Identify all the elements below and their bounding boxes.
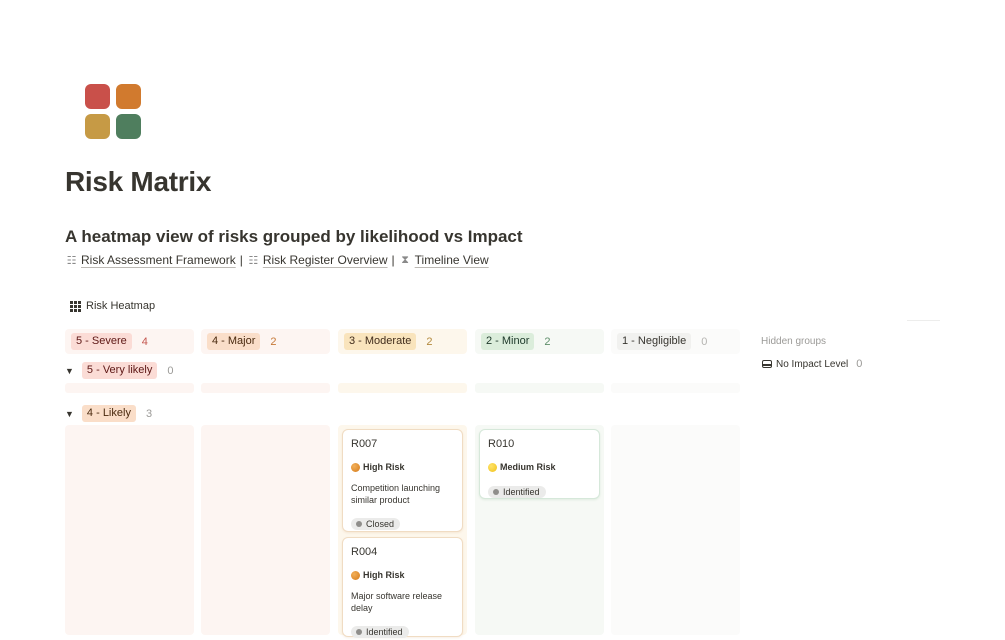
group-count: 3 <box>145 407 153 420</box>
hidden-group-count: 0 <box>856 358 863 370</box>
column-header-minor[interactable]: 2 - Minor 2 <box>475 329 604 354</box>
column-count: 2 <box>544 335 551 348</box>
card-description: Competition launching similar product <box>351 483 441 505</box>
status-badge: Identified <box>488 486 546 498</box>
board-cell-likely-negligible <box>611 425 740 635</box>
link-separator: | <box>391 253 395 267</box>
status-dot-icon <box>356 521 362 527</box>
risk-card-r010[interactable]: R010 Medium Risk Identified <box>479 429 600 499</box>
empty-group-cell <box>201 383 330 393</box>
card-description: Major software release delay <box>351 591 443 613</box>
column-count: 0 <box>701 335 708 348</box>
board-cell-likely-major <box>201 425 330 635</box>
inbox-icon <box>762 360 772 368</box>
empty-group-cell <box>338 383 467 393</box>
empty-group-cell <box>65 383 194 393</box>
group-header-likely[interactable]: ▼ 4 - Likely 3 <box>65 405 152 422</box>
hidden-groups-title: Hidden groups <box>761 336 827 347</box>
column-tag: 4 - Major <box>207 333 261 350</box>
column-count: 2 <box>426 335 433 348</box>
status-badge: Closed <box>351 518 401 530</box>
page-subtitle: A heatmap view of risks grouped by likel… <box>65 227 523 246</box>
column-header-major[interactable]: 4 - Major 2 <box>201 329 330 354</box>
link-timeline-view[interactable]: ⧗ Timeline View <box>399 253 488 267</box>
column-tag: 1 - Negligible <box>617 333 692 350</box>
yellow-circle-icon <box>488 462 497 472</box>
icon-square-yellow <box>85 114 110 139</box>
view-tab-label: Risk Heatmap <box>86 300 156 312</box>
link-separator: | <box>239 253 243 267</box>
empty-group-cell <box>475 383 604 393</box>
hidden-group-no-impact-level[interactable]: No Impact Level 0 <box>762 358 862 370</box>
risk-card-r004[interactable]: R004 High Risk Major software release de… <box>342 537 463 638</box>
link-risk-register-overview[interactable]: ☷ Risk Register Overview <box>247 253 387 267</box>
books-emoji-icon: ☷ <box>66 254 77 267</box>
page-title: Risk Matrix <box>65 166 212 197</box>
icon-square-orange <box>116 84 141 109</box>
risk-level: High Risk <box>351 462 454 472</box>
hourglass-emoji-icon: ⧗ <box>401 253 410 266</box>
empty-group-cell <box>611 383 740 393</box>
books-emoji-icon: ☷ <box>248 254 259 267</box>
risk-level: High Risk <box>351 570 454 580</box>
column-count: 4 <box>141 335 148 348</box>
link-row: ☷ Risk Assessment Framework | ☷ Risk Reg… <box>65 253 489 267</box>
toolbar-divider <box>907 320 940 321</box>
column-count: 2 <box>270 335 277 348</box>
column-tag: 2 - Minor <box>481 333 535 350</box>
status-dot-icon <box>493 489 499 495</box>
card-id: R007 <box>351 438 378 450</box>
column-header-moderate[interactable]: 3 - Moderate 2 <box>338 329 467 354</box>
group-count: 0 <box>167 364 174 377</box>
board-cell-likely-severe <box>65 425 194 635</box>
group-tag: 4 - Likely <box>81 405 136 422</box>
caret-down-icon[interactable]: ▼ <box>65 409 74 419</box>
view-tab-risk-heatmap[interactable]: Risk Heatmap <box>70 300 155 312</box>
risk-card-r007[interactable]: R007 High Risk Competition launching sim… <box>342 429 463 532</box>
grid-icon <box>70 300 81 312</box>
orange-circle-icon <box>351 570 360 580</box>
column-tag: 5 - Severe <box>71 333 132 350</box>
icon-square-green <box>116 114 141 139</box>
card-id: R010 <box>488 438 515 450</box>
link-risk-assessment-framework[interactable]: ☷ Risk Assessment Framework <box>65 253 236 267</box>
icon-square-red <box>85 84 110 109</box>
column-header-severe[interactable]: 5 - Severe 4 <box>65 329 194 354</box>
status-dot-icon <box>356 629 362 635</box>
caret-down-icon[interactable]: ▼ <box>65 366 74 376</box>
column-tag: 3 - Moderate <box>344 333 417 350</box>
column-header-negligible[interactable]: 1 - Negligible 0 <box>611 329 740 354</box>
group-tag: 5 - Very likely <box>81 362 158 379</box>
risk-level: Medium Risk <box>488 462 591 472</box>
page-icon[interactable] <box>84 82 144 142</box>
card-id: R004 <box>351 546 378 558</box>
group-header-very-likely[interactable]: ▼ 5 - Very likely 0 <box>65 362 173 379</box>
orange-circle-icon <box>351 462 360 472</box>
